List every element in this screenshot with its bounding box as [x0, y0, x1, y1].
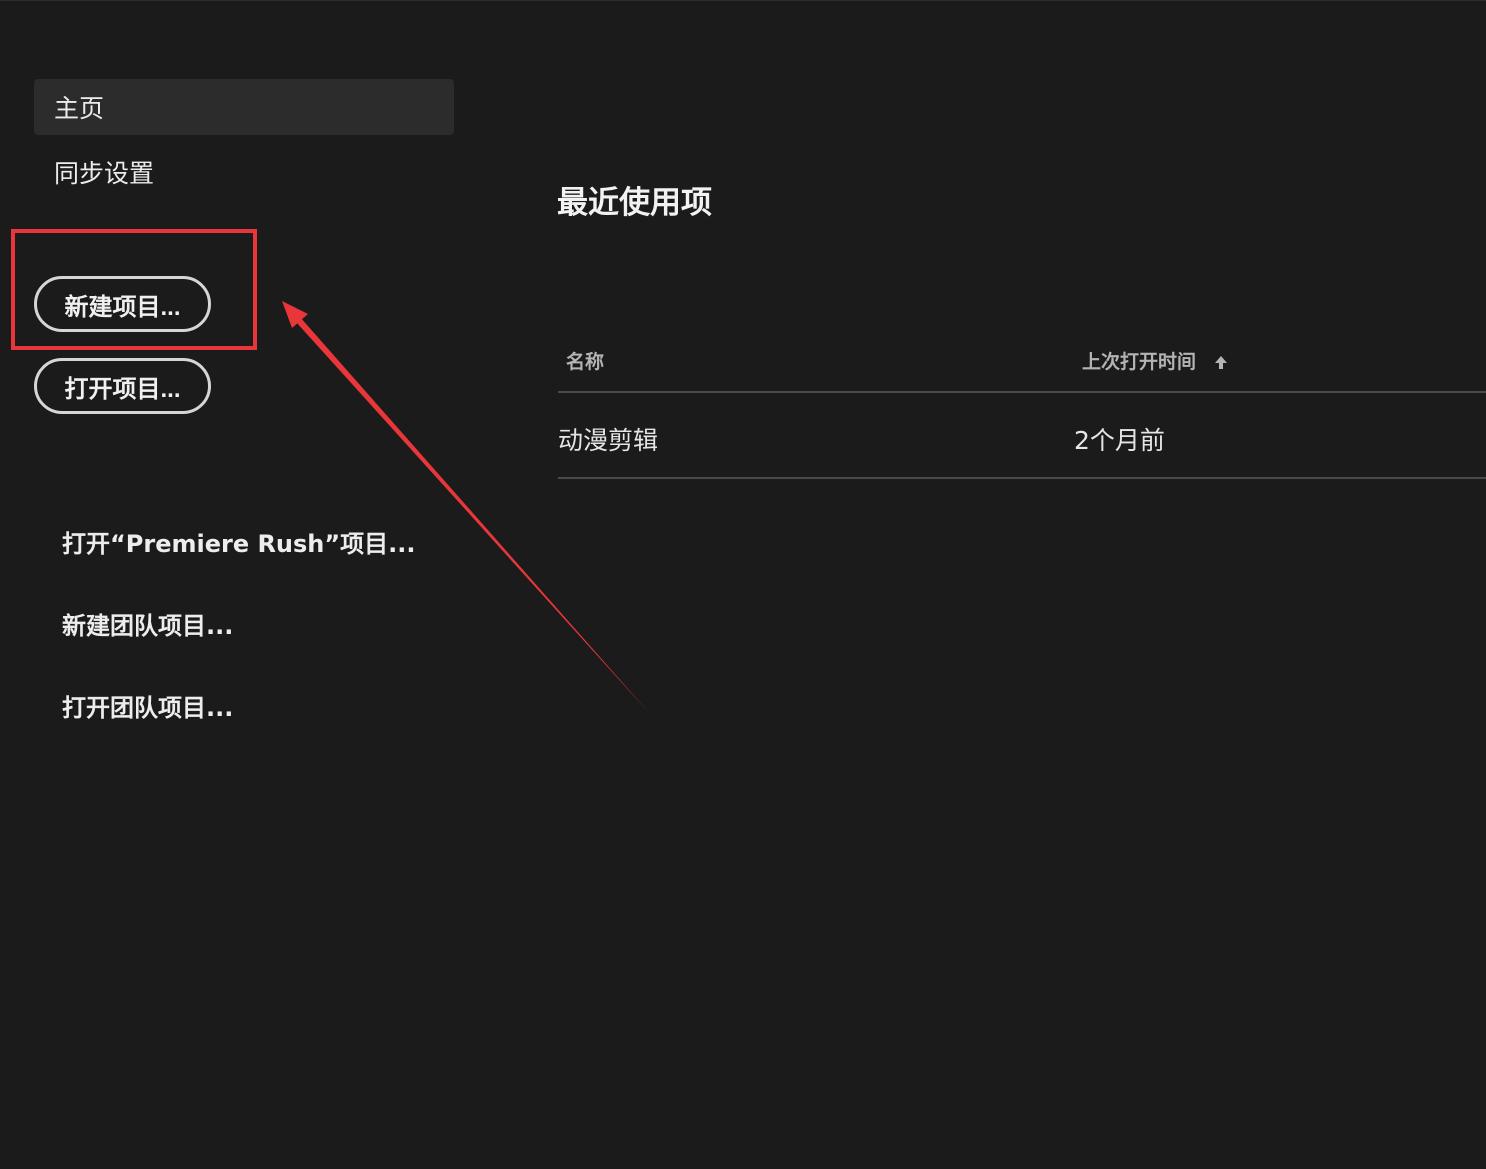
start-screen: 主页 同步设置 新建项目... 打开项目... 打开“Premiere Rush… [0, 0, 1486, 1169]
recent-items-table: 名称 上次打开时间 动漫剪辑 2个月前 [558, 331, 1486, 479]
open-project-button[interactable]: 打开项目... [34, 358, 211, 414]
recent-items-title: 最近使用项 [557, 185, 712, 221]
nav-item-home[interactable]: 主页 [34, 79, 454, 135]
table-row[interactable]: 动漫剪辑 2个月前 [558, 393, 1486, 479]
nav-item-label: 主页 [54, 94, 105, 123]
row-name: 动漫剪辑 [558, 426, 659, 455]
open-rush-project-link[interactable]: 打开“Premiere Rush”项目... [62, 524, 416, 559]
open-team-project-link[interactable]: 打开团队项目... [62, 688, 233, 723]
column-header-name[interactable]: 名称 [566, 347, 604, 374]
table-header: 名称 上次打开时间 [558, 331, 1486, 393]
new-team-project-link[interactable]: 新建团队项目... [62, 606, 233, 641]
column-header-last-opened[interactable]: 上次打开时间 [1082, 347, 1228, 374]
nav-item-label: 同步设置 [54, 159, 155, 188]
arrow-up-icon [1215, 355, 1228, 369]
new-project-button[interactable]: 新建项目... [34, 276, 211, 332]
row-last-opened: 2个月前 [1074, 426, 1165, 455]
nav-item-sync-settings[interactable]: 同步设置 [34, 144, 454, 200]
